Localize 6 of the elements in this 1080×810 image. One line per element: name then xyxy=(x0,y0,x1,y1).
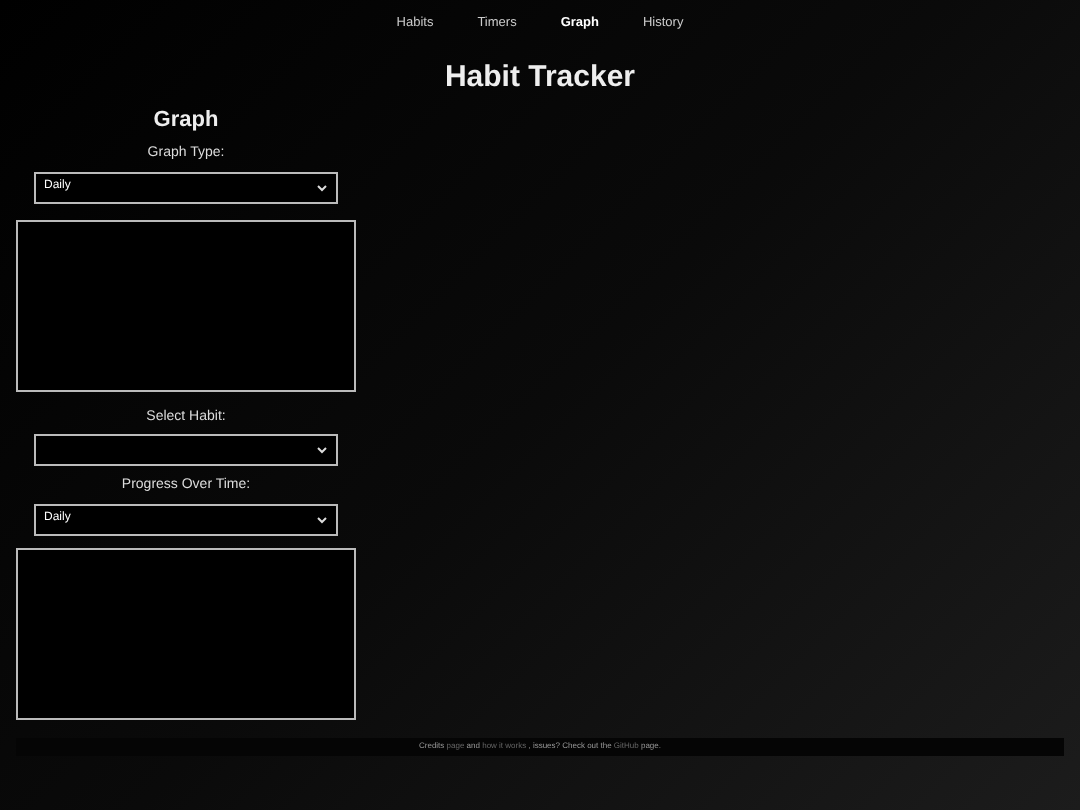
page-title: Habit Tracker xyxy=(442,62,638,92)
section-heading: Graph xyxy=(153,110,219,132)
chevron-down-icon xyxy=(316,183,328,191)
chevron-down-icon xyxy=(316,515,328,523)
chevron-down-icon xyxy=(316,446,328,454)
habit-select[interactable] xyxy=(34,434,338,466)
